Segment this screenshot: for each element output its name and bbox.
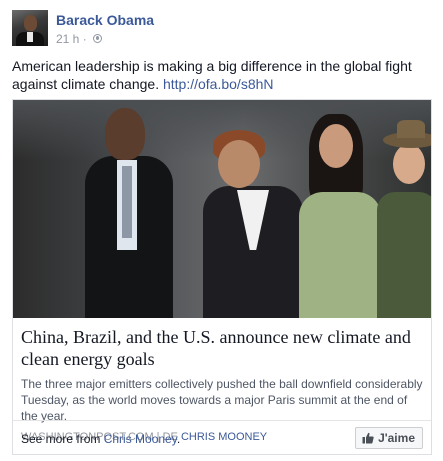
article-description: The three major emitters collectively pu… <box>21 377 423 423</box>
link-preview-card[interactable]: China, Brazil, and the U.S. announce new… <box>12 99 432 455</box>
thumbs-up-icon <box>362 432 374 444</box>
see-more-text: See more from Chris Mooney. <box>21 432 180 446</box>
avatar[interactable] <box>12 10 48 46</box>
meta-separator: · <box>82 31 87 46</box>
post-time[interactable]: 21 h <box>56 32 79 46</box>
post-link[interactable]: http://ofa.bo/s8hN <box>163 76 274 92</box>
see-more-suffix: . <box>176 432 181 446</box>
facebook-post: Barack Obama 21 h · American leadership … <box>0 0 443 461</box>
post-meta: 21 h · <box>56 31 103 46</box>
article-photo[interactable] <box>13 100 431 318</box>
see-more-author-link[interactable]: Chris Mooney <box>104 432 177 446</box>
see-more-prefix: See more from <box>21 432 104 446</box>
article-title[interactable]: China, Brazil, and the U.S. announce new… <box>21 326 425 370</box>
card-footer: See more from Chris Mooney. J'aime <box>13 420 431 454</box>
globe-icon[interactable] <box>93 34 103 44</box>
like-button[interactable]: J'aime <box>355 427 423 449</box>
author-name[interactable]: Barack Obama <box>56 12 154 28</box>
post-text: American leadership is making a big diff… <box>12 57 432 93</box>
like-label: J'aime <box>378 431 415 445</box>
